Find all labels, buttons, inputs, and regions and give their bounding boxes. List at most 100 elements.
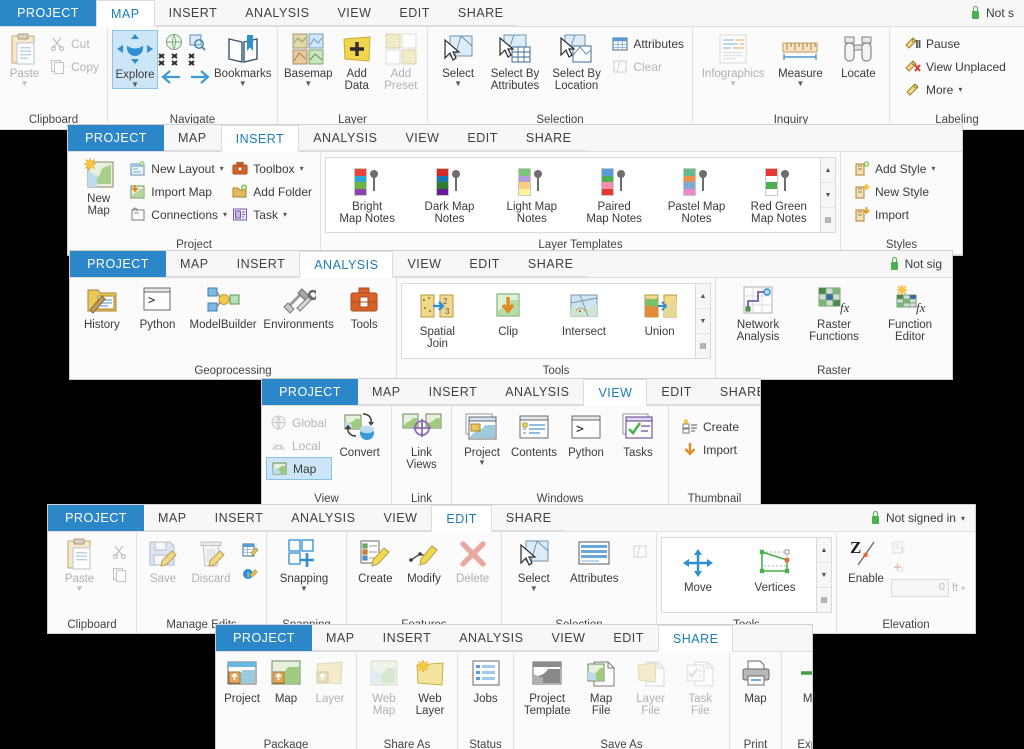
package-map-button[interactable]: Map <box>264 655 308 705</box>
tab-share-share[interactable]: SHARE <box>657 625 734 652</box>
tab-analysis-view[interactable]: ANALYSIS <box>491 379 584 405</box>
vertices-button[interactable]: Vertices <box>742 544 808 594</box>
toolbox-caret-icon[interactable]: ▾ <box>300 164 304 173</box>
tab-project-insert[interactable]: PROJECT <box>68 125 164 151</box>
snapping-caret-icon[interactable]: ▼ <box>300 585 308 593</box>
task-file-button[interactable]: Task File <box>675 655 725 717</box>
cut-button[interactable]: Cut <box>45 32 103 55</box>
link-views-button[interactable]: Link Views <box>396 409 447 471</box>
tab-project-analysis[interactable]: PROJECT <box>70 251 166 277</box>
tab-view-analysis[interactable]: VIEW <box>393 251 456 277</box>
copy-button-edit[interactable] <box>107 563 132 586</box>
web-layer-button[interactable]: Web Layer <box>407 655 453 717</box>
edit-tools-scroll-down-icon[interactable]: ▼ <box>817 563 831 588</box>
tab-map-view[interactable]: MAP <box>358 379 415 405</box>
clip-button[interactable]: Clip <box>480 288 536 338</box>
gallery-scroll-down-icon[interactable]: ▼ <box>821 183 835 208</box>
tools-gallery[interactable]: 23 Spatial Join Clip Intersect Union ▲ ▼… <box>401 283 711 359</box>
tab-project[interactable]: PROJECT <box>0 0 96 26</box>
tab-analysis-edit[interactable]: ANALYSIS <box>277 505 370 531</box>
explore-caret-icon[interactable]: ▼ <box>131 81 139 89</box>
network-analysis-button[interactable]: Network Analysis <box>720 281 796 343</box>
infographics-button[interactable]: Infographics ▼ <box>697 30 769 88</box>
sign-in-status[interactable]: Not s <box>970 0 1024 26</box>
copy-button[interactable]: Copy <box>45 55 103 78</box>
new-style-button[interactable]: New Style <box>849 180 939 203</box>
add-style-caret-icon[interactable]: ▾ <box>931 164 935 173</box>
edit-tools-scroll-up-icon[interactable]: ▲ <box>817 538 831 563</box>
measure-caret-icon[interactable]: ▼ <box>797 80 805 88</box>
tab-edit-share[interactable]: EDIT <box>599 625 658 651</box>
task-caret-icon[interactable]: ▾ <box>283 210 287 219</box>
save-edits-button[interactable]: Save <box>141 535 185 585</box>
select-by-location-button[interactable]: Select By Location <box>546 30 608 92</box>
tab-view-share[interactable]: VIEW <box>537 625 600 651</box>
tab-share-analysis[interactable]: SHARE <box>513 251 588 277</box>
next-extent-icon[interactable] <box>189 70 211 84</box>
gallery-item-dark-map-notes[interactable]: Dark Map Notes <box>416 163 482 225</box>
map-view-button[interactable]: Map <box>266 457 333 480</box>
task-button[interactable]: Task ▾ <box>227 203 316 226</box>
tab-share-edit[interactable]: SHARE <box>491 505 566 531</box>
measure-button[interactable]: Measure ▼ <box>769 30 832 88</box>
map-file-button[interactable]: Map File <box>576 655 626 717</box>
paste-caret-icon[interactable]: ▼ <box>21 80 29 88</box>
create-thumbnail-button[interactable]: Create <box>677 415 743 438</box>
tab-insert-analysis[interactable]: INSERT <box>222 251 300 277</box>
z-enable-button[interactable]: Z Enable <box>841 535 891 585</box>
paste-button[interactable]: Paste ▼ <box>4 30 45 88</box>
tools-button[interactable]: Tools <box>336 281 392 331</box>
tab-analysis[interactable]: ANALYSIS <box>231 0 324 26</box>
tab-insert-share[interactable]: INSERT <box>368 625 446 651</box>
tab-insert-insert[interactable]: INSERT <box>220 125 300 152</box>
new-layout-button[interactable]: New Layout ▾ <box>125 157 227 180</box>
add-data-button[interactable]: Add Data <box>335 30 379 92</box>
add-folder-button[interactable]: Add Folder <box>227 180 316 203</box>
tab-project-view[interactable]: PROJECT <box>262 379 358 405</box>
edit-attributes-small-button[interactable] <box>237 539 262 562</box>
tasks-button[interactable]: Tasks <box>612 409 664 459</box>
elevation-value-field[interactable]: 0 <box>891 579 949 597</box>
python-button[interactable]: > Python <box>130 281 186 331</box>
tab-analysis-insert[interactable]: ANALYSIS <box>299 125 392 151</box>
edit-tools-scroll[interactable]: ▲ ▼ ▤ <box>816 538 831 612</box>
tab-edit-edit[interactable]: EDIT <box>431 505 492 532</box>
add-style-button[interactable]: Add Style ▾ <box>849 157 939 180</box>
edit-tools-expand-icon[interactable]: ▤ <box>817 588 831 612</box>
union-button[interactable]: Union <box>632 288 688 338</box>
locate-button[interactable]: Locate <box>832 30 885 80</box>
project-window-button[interactable]: Project ▼ <box>456 409 508 467</box>
tools-expand-icon[interactable]: ▤ <box>696 334 710 358</box>
delete-features-button[interactable]: Delete <box>448 535 497 585</box>
modify-features-button[interactable]: Modify <box>400 535 449 585</box>
label-more-caret-icon[interactable]: ▾ <box>958 85 962 94</box>
sign-in-caret-icon[interactable]: ▾ <box>961 514 965 523</box>
gallery-item-paired-map-notes[interactable]: Paired Map Notes <box>581 163 647 225</box>
attributes-button[interactable]: Attributes <box>607 32 688 55</box>
select-by-attributes-button[interactable]: Select By Attributes <box>484 30 546 92</box>
fixed-zoom-in-icon[interactable] <box>188 33 206 51</box>
gallery-item-light-map-notes[interactable]: Light Map Notes <box>499 163 565 225</box>
tab-insert-edit[interactable]: INSERT <box>200 505 278 531</box>
label-more-button[interactable]: More ▾ <box>900 78 1010 101</box>
tab-share-insert[interactable]: SHARE <box>511 125 586 151</box>
view-unplaced-button[interactable]: View Unplaced <box>900 55 1010 78</box>
snapping-button[interactable]: Snapping ▼ <box>271 535 337 593</box>
sign-in-status-edit[interactable]: Not signed in ▾ <box>870 505 975 531</box>
tab-view-view[interactable]: VIEW <box>583 379 648 406</box>
tab-analysis-analysis[interactable]: ANALYSIS <box>299 251 394 278</box>
tab-edit-view[interactable]: EDIT <box>647 379 706 405</box>
zoom-in-full-icon[interactable] <box>188 52 212 67</box>
raster-functions-button[interactable]: fx Raster Functions <box>796 281 872 343</box>
convert-button[interactable]: Convert <box>332 409 387 459</box>
tab-share-view[interactable]: SHARE <box>705 379 760 405</box>
paste-caret-icon[interactable]: ▼ <box>76 585 84 593</box>
local-button[interactable]: Local <box>266 434 332 457</box>
discard-edits-button[interactable]: Discard <box>185 535 237 585</box>
function-editor-button[interactable]: fx Function Editor <box>872 281 948 343</box>
import-thumbnail-button[interactable]: Import <box>677 438 743 461</box>
project-window-caret-icon[interactable]: ▼ <box>478 459 486 467</box>
zoom-out-full-icon[interactable] <box>158 52 184 67</box>
attributes-big-button[interactable]: Attributes <box>562 535 627 585</box>
tab-project-edit[interactable]: PROJECT <box>48 505 144 531</box>
